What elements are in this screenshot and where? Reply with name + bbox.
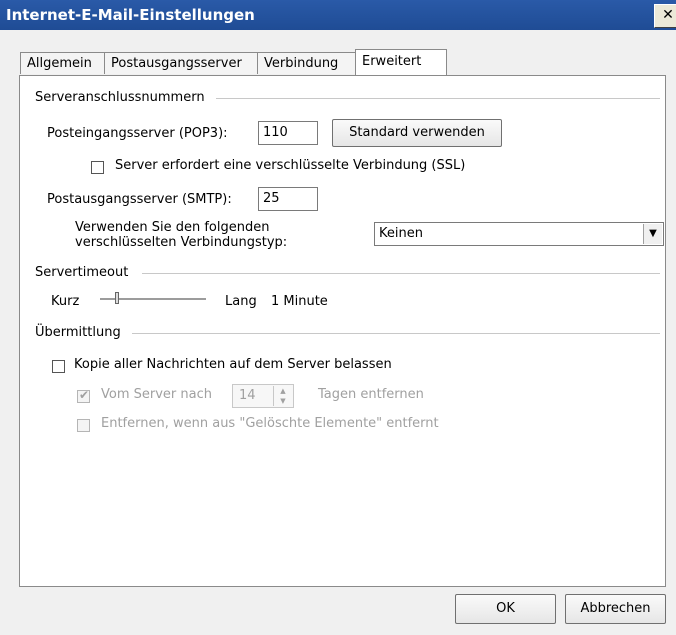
slider-thumb[interactable] <box>115 292 119 304</box>
remove-after-days-value: 14 <box>239 388 256 403</box>
encryption-label-line1: Verwenden Sie den folgenden <box>75 220 270 235</box>
ok-button[interactable]: OK <box>455 594 556 624</box>
remove-deleted-checkbox[interactable] <box>77 419 90 432</box>
use-default-button[interactable]: Standard verwenden <box>332 119 502 147</box>
tab-allgemein[interactable]: Allgemein <box>20 52 106 74</box>
close-button[interactable]: ✕ <box>654 4 676 28</box>
keep-copy-checkbox[interactable] <box>52 360 65 373</box>
remove-after-suffix: Tagen entfernen <box>318 387 424 402</box>
timeout-value: 1 Minute <box>271 294 328 309</box>
encryption-label-line2: verschlüsselten Verbindungstyp: <box>75 235 288 250</box>
window-title: Internet-E-Mail-Einstellungen <box>6 6 255 24</box>
encryption-type-label: Verwenden Sie den folgenden verschlüssel… <box>75 220 287 250</box>
title-bar: Internet-E-Mail-Einstellungen <box>0 0 676 30</box>
remove-after-days-spinner[interactable]: 14 ▲ ▼ <box>232 384 294 408</box>
group-title-timeout: Servertimeout <box>35 265 129 280</box>
tab-label: Erweitert <box>362 54 422 69</box>
encryption-type-value: Keinen <box>379 226 423 241</box>
timeout-long-label: Lang <box>225 294 257 309</box>
ssl-label: Server erfordert eine verschlüsselte Ver… <box>115 158 466 173</box>
group-divider <box>132 333 660 334</box>
spinner-arrows-icon[interactable]: ▲ ▼ <box>273 386 292 406</box>
encryption-type-select[interactable]: Keinen ▼ <box>374 222 664 246</box>
checkmark-icon: ✔ <box>79 388 90 402</box>
remove-after-checkbox[interactable]: ✔ <box>77 388 90 403</box>
tab-verbindung[interactable]: Verbindung <box>257 52 359 74</box>
ok-button-label: OK <box>496 601 515 616</box>
smtp-port-input[interactable]: 25 <box>258 187 318 211</box>
keep-copy-label: Kopie aller Nachrichten auf dem Server b… <box>74 357 392 372</box>
ssl-checkbox[interactable] <box>91 161 104 174</box>
group-title-server-ports: Serveranschlussnummern <box>35 90 205 105</box>
cancel-button[interactable]: Abbrechen <box>565 594 666 624</box>
pop3-label: Posteingangsserver (POP3): <box>47 126 228 141</box>
group-divider <box>216 98 660 99</box>
close-icon: ✕ <box>662 7 674 23</box>
use-default-button-label: Standard verwenden <box>349 125 485 140</box>
cancel-button-label: Abbrechen <box>580 601 651 616</box>
remove-after-prefix: Vom Server nach <box>101 387 212 402</box>
tab-erweitert[interactable]: Erweitert <box>355 49 447 75</box>
smtp-port-value: 25 <box>263 191 280 206</box>
smtp-label: Postausgangsserver (SMTP): <box>47 192 232 207</box>
tab-label: Allgemein <box>27 56 92 71</box>
tab-postausgangsserver[interactable]: Postausgangsserver <box>104 52 259 74</box>
tab-label: Postausgangsserver <box>111 56 242 71</box>
pop3-port-value: 110 <box>263 125 288 140</box>
timeout-slider[interactable] <box>100 290 206 308</box>
tab-panel-erweitert: Serveranschlussnummern Posteingangsserve… <box>19 75 666 587</box>
timeout-short-label: Kurz <box>51 294 80 309</box>
pop3-port-input[interactable]: 110 <box>258 121 318 145</box>
group-title-delivery: Übermittlung <box>35 325 121 340</box>
tab-label: Verbindung <box>264 56 339 71</box>
remove-deleted-label: Entfernen, wenn aus "Gelöschte Elemente"… <box>101 416 439 431</box>
dialog-window: Internet-E-Mail-Einstellungen ✕ Allgemei… <box>0 0 676 635</box>
chevron-down-icon[interactable]: ▼ <box>643 224 662 244</box>
group-divider <box>142 273 660 274</box>
